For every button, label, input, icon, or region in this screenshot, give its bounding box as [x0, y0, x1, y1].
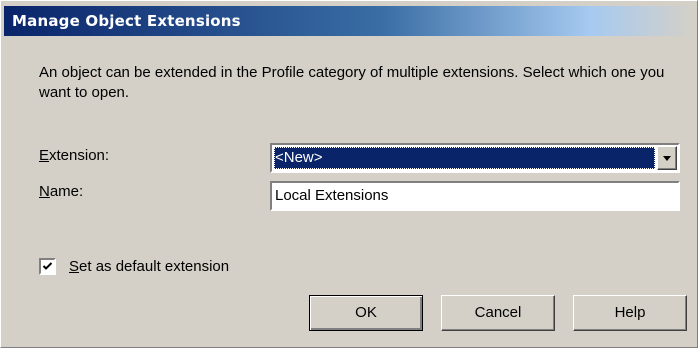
- description-text: An object can be extended in the Profile…: [39, 64, 665, 101]
- extension-label: Extension:: [39, 147, 109, 164]
- name-label-mnemonic: N: [39, 183, 50, 200]
- name-input[interactable]: Local Extensions: [270, 181, 680, 211]
- name-label-text: ame:: [49, 183, 84, 200]
- window-title: Manage Object Extensions: [12, 12, 241, 30]
- manage-object-extensions-dialog: Manage Object Extensions An object can b…: [0, 0, 698, 348]
- extension-label-text: xtension:: [49, 147, 110, 164]
- checkmark-icon: [42, 262, 53, 270]
- dropdown-button[interactable]: [657, 146, 677, 170]
- title-bar[interactable]: Manage Object Extensions: [4, 6, 694, 36]
- default-extension-label[interactable]: Set as default extension: [69, 258, 229, 275]
- chevron-down-icon: [663, 156, 671, 161]
- extension-label-mnemonic: E: [39, 147, 50, 164]
- cancel-button[interactable]: Cancel: [441, 295, 555, 331]
- default-extension-checkbox[interactable]: [39, 258, 56, 275]
- help-button[interactable]: Help: [573, 295, 687, 331]
- ok-button[interactable]: OK: [309, 295, 423, 331]
- default-extension-label-text: et as default extension: [79, 258, 230, 275]
- name-label: Name:: [39, 183, 83, 200]
- default-extension-label-mnemonic: S: [69, 258, 80, 275]
- extension-selected-value: <New>: [274, 147, 655, 169]
- extension-dropdown[interactable]: <New>: [270, 143, 680, 173]
